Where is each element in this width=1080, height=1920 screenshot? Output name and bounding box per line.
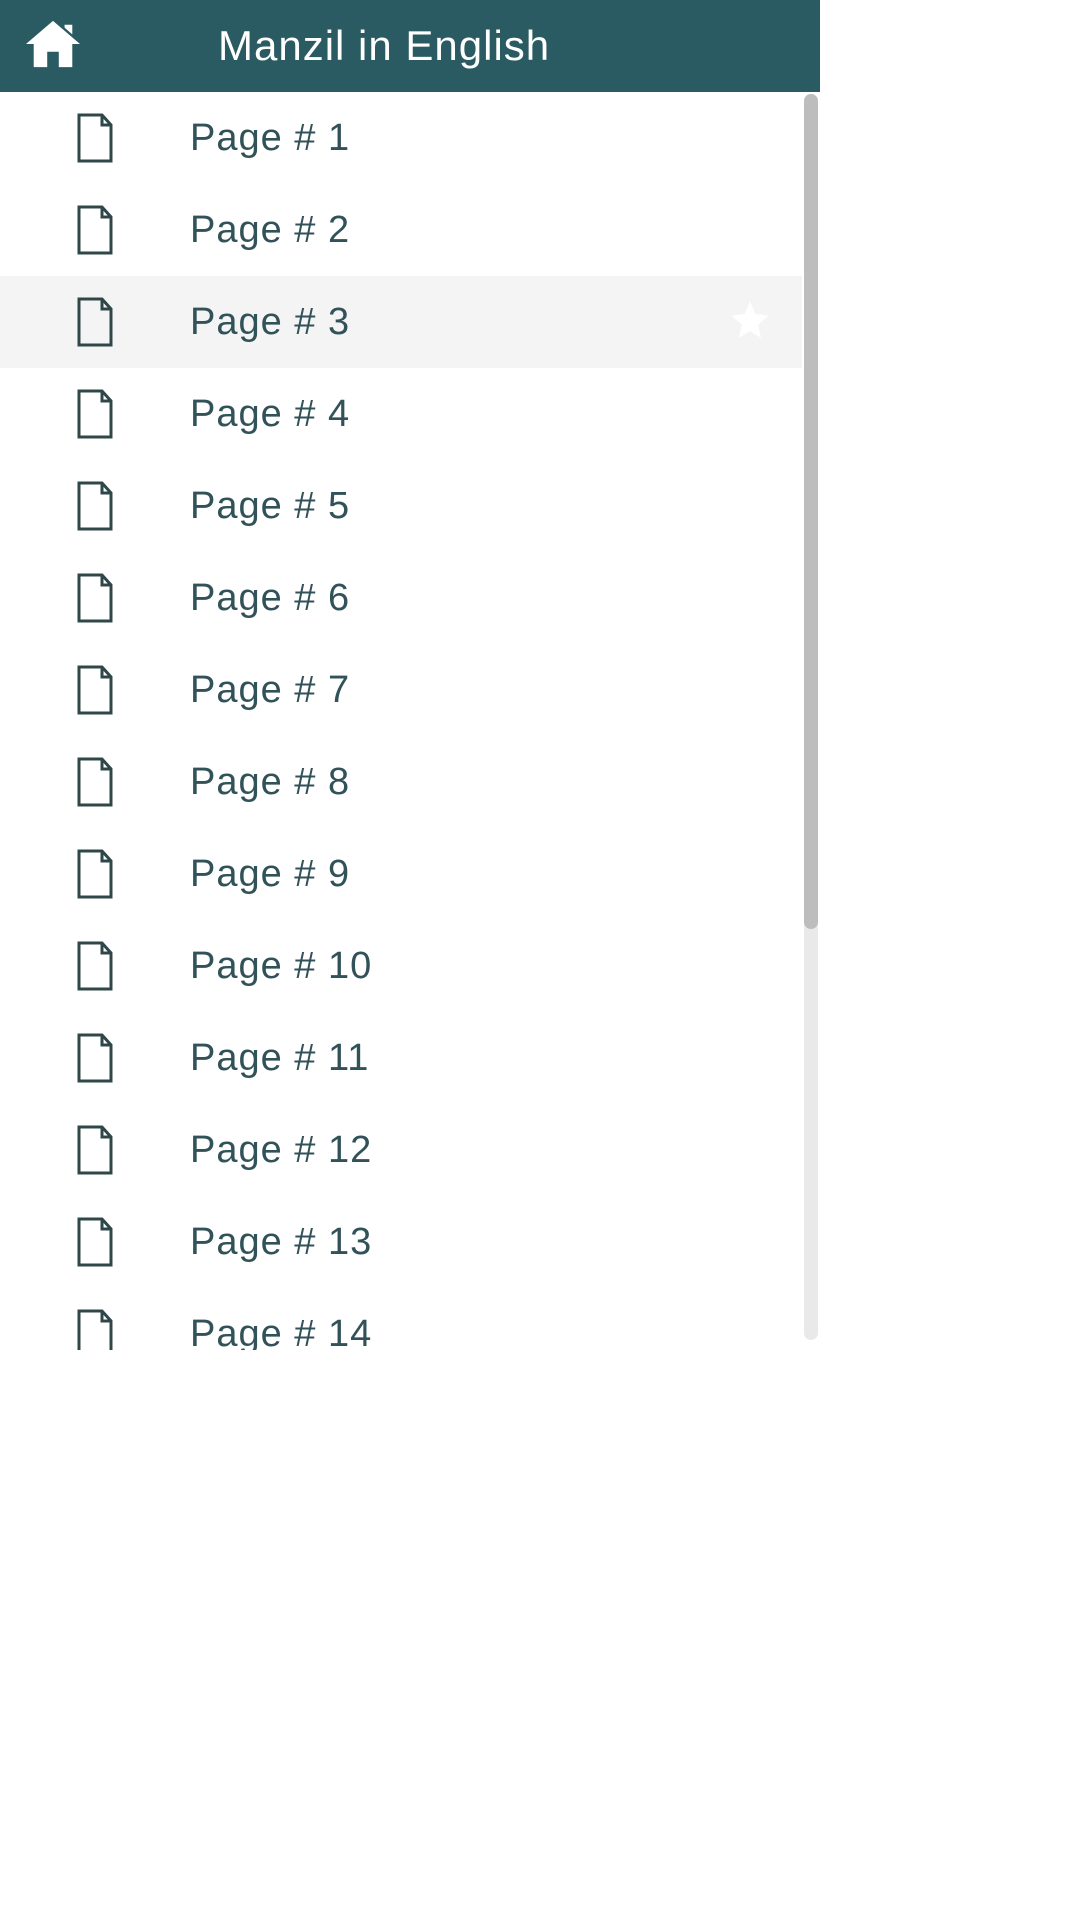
page-icon bbox=[76, 1125, 114, 1175]
scrollbar-thumb[interactable] bbox=[804, 94, 818, 929]
page-icon-slot bbox=[0, 297, 190, 347]
list-item[interactable]: Page # 6 bbox=[0, 552, 802, 644]
page-label: Page # 5 bbox=[190, 485, 350, 528]
app-screen: Manzil in English Page # 1Page # 2Page #… bbox=[0, 0, 820, 1350]
header-bar: Manzil in English bbox=[0, 0, 820, 92]
list-item[interactable]: Page # 13 bbox=[0, 1196, 802, 1288]
page-icon bbox=[76, 113, 114, 163]
list-item[interactable]: Page # 3 bbox=[0, 276, 802, 368]
page-icon-slot bbox=[0, 1309, 190, 1350]
page-icon bbox=[76, 1033, 114, 1083]
list-item[interactable]: Page # 10 bbox=[0, 920, 802, 1012]
page-icon bbox=[76, 849, 114, 899]
page-label: Page # 13 bbox=[190, 1221, 372, 1264]
list-item[interactable]: Page # 4 bbox=[0, 368, 802, 460]
content-area: Page # 1 Page # 2 Page # 3 Page # 4 Page # 5… bbox=[0, 92, 820, 1350]
page-label: Page # 11 bbox=[190, 1037, 369, 1080]
page-icon-slot bbox=[0, 481, 190, 531]
header-title: Manzil in English bbox=[218, 22, 550, 70]
page-icon-slot bbox=[0, 113, 190, 163]
home-button[interactable] bbox=[18, 11, 88, 81]
page-icon-slot bbox=[0, 757, 190, 807]
page-icon bbox=[76, 297, 114, 347]
page-label: Page # 9 bbox=[190, 853, 350, 896]
page-label: Page # 8 bbox=[190, 761, 350, 804]
page-icon bbox=[76, 389, 114, 439]
page-label: Page # 12 bbox=[190, 1129, 372, 1172]
page-label: Page # 4 bbox=[190, 393, 350, 436]
page-icon-slot bbox=[0, 665, 190, 715]
list-item[interactable]: Page # 1 bbox=[0, 92, 802, 184]
page-icon-slot bbox=[0, 1033, 190, 1083]
page-icon bbox=[76, 205, 114, 255]
page-icon bbox=[76, 573, 114, 623]
star-icon bbox=[728, 298, 772, 347]
page-icon bbox=[76, 757, 114, 807]
scrollbar[interactable] bbox=[802, 92, 820, 1350]
list-item[interactable]: Page # 12 bbox=[0, 1104, 802, 1196]
page-label: Page # 14 bbox=[190, 1313, 372, 1351]
list-item[interactable]: Page # 9 bbox=[0, 828, 802, 920]
list-item[interactable]: Page # 8 bbox=[0, 736, 802, 828]
page-label: Page # 7 bbox=[190, 669, 350, 712]
list-item[interactable]: Page # 11 bbox=[0, 1012, 802, 1104]
page-icon-slot bbox=[0, 849, 190, 899]
page-label: Page # 1 bbox=[190, 117, 350, 160]
page-icon-slot bbox=[0, 205, 190, 255]
page-icon-slot bbox=[0, 389, 190, 439]
list-item[interactable]: Page # 2 bbox=[0, 184, 802, 276]
page-icon bbox=[76, 941, 114, 991]
page-icon bbox=[76, 1217, 114, 1267]
list-item[interactable]: Page # 5 bbox=[0, 460, 802, 552]
page-icon bbox=[76, 1309, 114, 1350]
page-list[interactable]: Page # 1 Page # 2 Page # 3 Page # 4 Page # 5… bbox=[0, 92, 802, 1350]
page-icon-slot bbox=[0, 1125, 190, 1175]
list-item[interactable]: Page # 7 bbox=[0, 644, 802, 736]
list-item[interactable]: Page # 14 bbox=[0, 1288, 802, 1350]
page-icon bbox=[76, 665, 114, 715]
page-label: Page # 3 bbox=[190, 301, 350, 344]
home-icon bbox=[22, 17, 84, 76]
page-icon-slot bbox=[0, 1217, 190, 1267]
page-label: Page # 6 bbox=[190, 577, 350, 620]
page-label: Page # 10 bbox=[190, 945, 372, 988]
page-label: Page # 2 bbox=[190, 209, 350, 252]
page-icon-slot bbox=[0, 941, 190, 991]
page-icon-slot bbox=[0, 573, 190, 623]
page-icon bbox=[76, 481, 114, 531]
